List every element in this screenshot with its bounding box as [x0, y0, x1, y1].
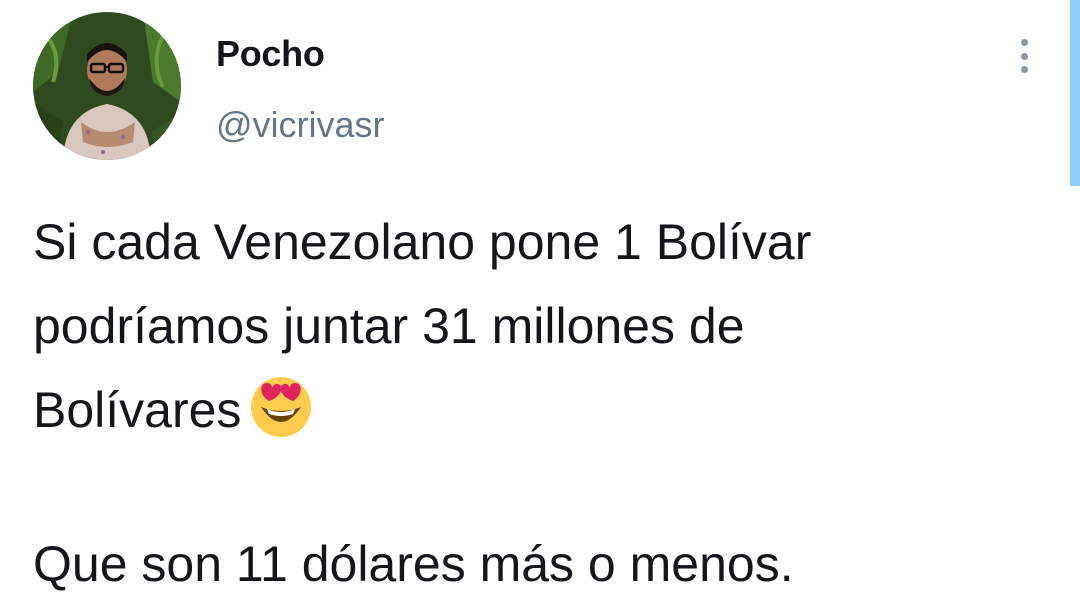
tweet-line: Que son 11 dólares más o menos.: [33, 536, 794, 592]
tweet-line: Bolívares: [33, 368, 1053, 452]
more-dot: [1020, 52, 1028, 60]
avatar[interactable]: [33, 12, 181, 160]
heart-eyes-emoji-icon: [251, 377, 312, 437]
tweet-text: Si cada Venezolano pone 1 Bolívar podría…: [33, 200, 1053, 606]
user-handle[interactable]: @vicrivasr: [216, 104, 385, 146]
tweet-line-text: Bolívares: [33, 382, 242, 438]
avatar-photo: [33, 12, 181, 160]
tweet-line: podríamos juntar 31 millones de: [33, 298, 745, 354]
tweet-line: Si cada Venezolano pone 1 Bolívar: [33, 214, 812, 270]
scroll-indicator[interactable]: [1070, 0, 1080, 186]
more-dot: [1020, 66, 1028, 73]
user-display-name[interactable]: Pocho: [216, 33, 325, 75]
more-options-button[interactable]: [1008, 36, 1040, 76]
more-dots-icon: [1020, 39, 1028, 46]
